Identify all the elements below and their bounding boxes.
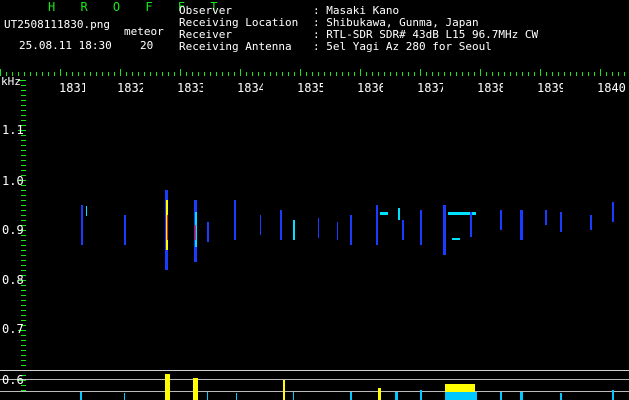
- time-tick-1833: 1833: [177, 81, 203, 95]
- freq-tick-0-6: 0.6: [2, 373, 24, 387]
- freq-tick-1-0: 1.0: [2, 174, 24, 188]
- time-tick-1835: 1835: [297, 81, 323, 95]
- signal-level-bar: [560, 393, 562, 400]
- timestamp: 25.08.11 18:30: [19, 39, 112, 52]
- meteor-streak: [443, 205, 446, 255]
- time-tick-1840: 1840: [597, 81, 626, 95]
- signal-level-bar: [420, 390, 422, 400]
- meteor-count: 20: [140, 39, 154, 52]
- signal-level-bar: [520, 392, 523, 400]
- meteor-streak: [86, 206, 87, 216]
- time-tick-1834: 1834: [237, 81, 263, 95]
- signal-level-bar: [124, 393, 125, 400]
- signal-level-bar: [165, 374, 170, 400]
- signal-level-bar: [395, 392, 398, 400]
- meteor-streak: [520, 210, 523, 240]
- signal-level-bar: [445, 392, 477, 400]
- freq-tick-0-8: 0.8: [2, 273, 24, 287]
- meteor-streak: [293, 220, 295, 240]
- meteor-streak: [612, 202, 614, 222]
- meteor-streak: [500, 210, 502, 230]
- time-tick-1832: 1832: [117, 81, 143, 95]
- signal-level-bar: [350, 392, 352, 400]
- meteor-streak: [207, 222, 209, 242]
- signal-level-bar: [193, 378, 198, 400]
- meteor-streak: [402, 220, 404, 240]
- meteor-streak: [420, 210, 422, 245]
- mode-label: meteor: [124, 25, 164, 38]
- spectrogram: [0, 69, 629, 400]
- meteor-streak: [167, 215, 168, 240]
- meteor-streak: [234, 200, 236, 240]
- antenna-value: : 5el Yagi Az 280 for Seoul: [313, 40, 492, 53]
- signal-level-bar: [207, 392, 208, 400]
- meteor-streak: [260, 215, 261, 235]
- time-tick-1838: 1838: [477, 81, 503, 95]
- meteor-streak: [81, 205, 83, 245]
- signal-level-bar: [500, 392, 502, 400]
- time-tick-1831: 1831: [59, 81, 85, 95]
- meteor-streak: [398, 208, 400, 220]
- meteor-streak: [124, 215, 126, 245]
- signal-level-bar: [236, 393, 237, 400]
- freq-tick-1-1: 1.1: [2, 123, 24, 137]
- signal-level-bar: [293, 392, 294, 400]
- meteor-streak: [452, 238, 460, 240]
- signal-level-bar: [80, 392, 82, 400]
- freq-tick-0-9: 0.9: [2, 223, 24, 237]
- freq-tick-0-7: 0.7: [2, 322, 24, 336]
- meteor-streak: [545, 210, 547, 225]
- meteor-streak: [318, 218, 319, 238]
- meteor-streak: [560, 212, 562, 232]
- time-tick-1839: 1839: [537, 81, 563, 95]
- meteor-streak: [280, 210, 282, 240]
- file-name: UT2508111830.png: [4, 18, 110, 31]
- meteor-streak: [380, 212, 388, 215]
- time-tick-1837: 1837: [417, 81, 443, 95]
- signal-level-bar: [283, 380, 285, 400]
- meteor-streak: [376, 205, 378, 245]
- meteor-streak: [470, 212, 472, 237]
- signal-level-bar: [612, 390, 614, 400]
- signal-level-bar: [378, 388, 381, 400]
- meteor-streak: [195, 225, 196, 240]
- freq-unit-label: kHz: [1, 75, 21, 88]
- antenna-label: Receiving Antenna: [179, 40, 292, 53]
- meteor-streak: [337, 222, 338, 240]
- time-tick-1836: 1836: [357, 81, 383, 95]
- meteor-streak: [590, 215, 592, 230]
- meteor-streak: [350, 215, 352, 245]
